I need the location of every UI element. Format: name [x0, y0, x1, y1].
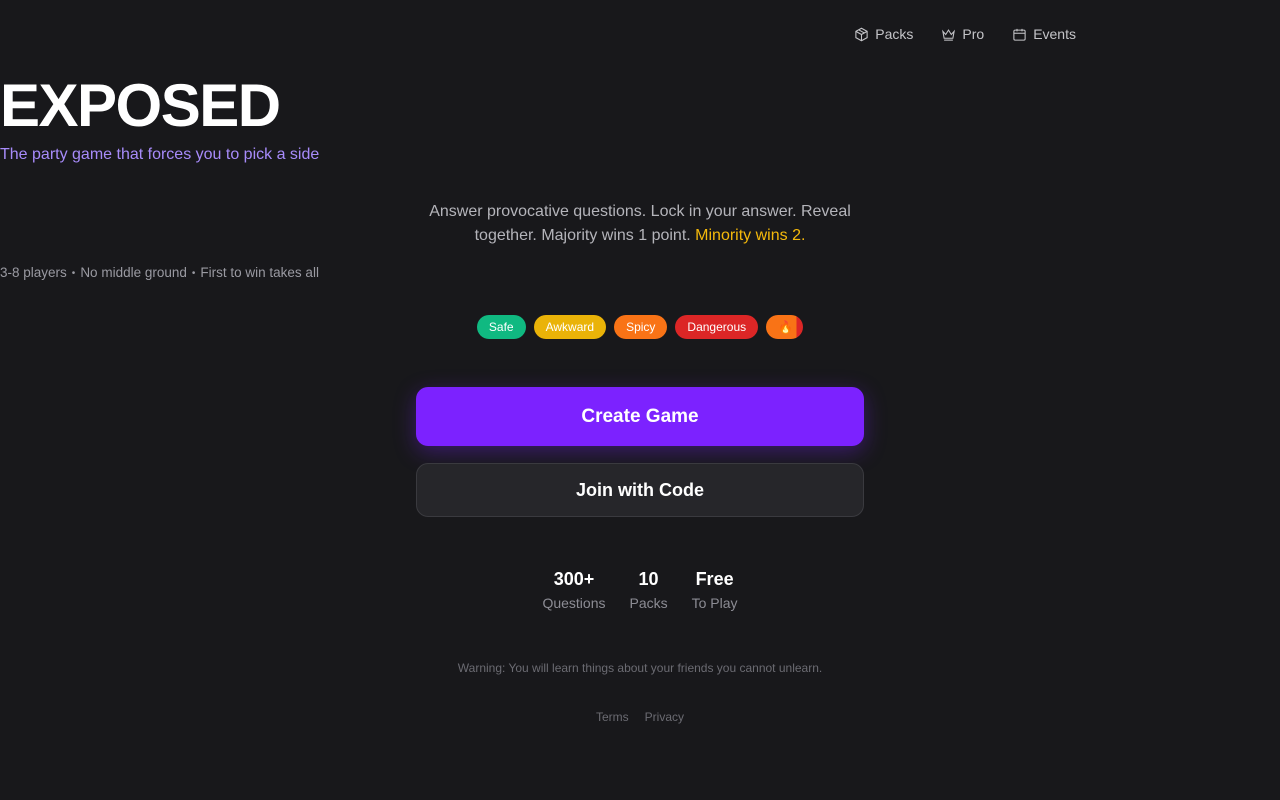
game-meta: 3-8 players • No middle ground • First to wi… — [0, 264, 1280, 284]
meta-middle-ground: No middle ground — [80, 265, 187, 280]
privacy-link[interactable]: Privacy — [645, 709, 684, 725]
nav-pro-label: Pro — [962, 26, 985, 42]
tagline: The party game that forces you to pick a… — [0, 146, 320, 163]
level-dangerous-badge: Dangerous — [675, 315, 759, 339]
game-description: Answer provocative questions. Lock in yo… — [420, 200, 860, 248]
meta-separator: • — [71, 268, 76, 279]
stat-label: To Play — [691, 595, 738, 611]
nav-pro[interactable]: Pro — [941, 22, 984, 46]
intensity-levels: Safe Awkward Spicy Dangerous 🔥 — [0, 315, 1280, 339]
terms-link[interactable]: Terms — [596, 709, 629, 725]
page-title: EXPOSED — [0, 72, 281, 139]
meta-players: 3-8 players — [0, 265, 67, 280]
join-with-code-button[interactable]: Join with Code — [416, 463, 864, 517]
nav-events-label: Events — [1033, 26, 1076, 42]
stat-label: Questions — [542, 595, 606, 611]
stat-label: Packs — [629, 595, 668, 611]
nav-events[interactable]: Events — [1012, 22, 1076, 46]
box-icon — [855, 27, 868, 41]
stat-questions: 300+ Questions — [542, 567, 605, 615]
stat-value: 10 — [638, 569, 659, 589]
footer: Terms Privacy — [0, 709, 1280, 725]
level-awkward-badge: Awkward — [533, 315, 607, 339]
level-safe-badge: Safe — [476, 315, 526, 339]
description-highlight: Minority wins 2. — [695, 227, 806, 244]
nav-packs[interactable]: Packs — [854, 22, 913, 46]
meta-win: First to win takes all — [200, 265, 319, 280]
stat-value: 300+ — [553, 569, 595, 589]
crown-icon — [942, 28, 956, 41]
stat-packs: 10 Packs — [630, 567, 668, 615]
top-nav: Packs Pro Events — [854, 22, 1076, 46]
nav-packs-label: Packs — [875, 26, 914, 42]
create-game-button[interactable]: Create Game — [416, 387, 864, 446]
stat-value: Free — [695, 569, 734, 589]
level-spicy-badge: Spicy — [614, 315, 668, 339]
calendar-icon — [1013, 28, 1026, 41]
level-fire-badge: 🔥 — [766, 315, 804, 339]
meta-separator: • — [191, 268, 196, 279]
stats: 300+ Questions 10 Packs Free To Play — [0, 567, 1280, 615]
warning-text: Warning: You will learn things about you… — [457, 661, 823, 675]
stat-price: Free To Play — [692, 567, 738, 615]
